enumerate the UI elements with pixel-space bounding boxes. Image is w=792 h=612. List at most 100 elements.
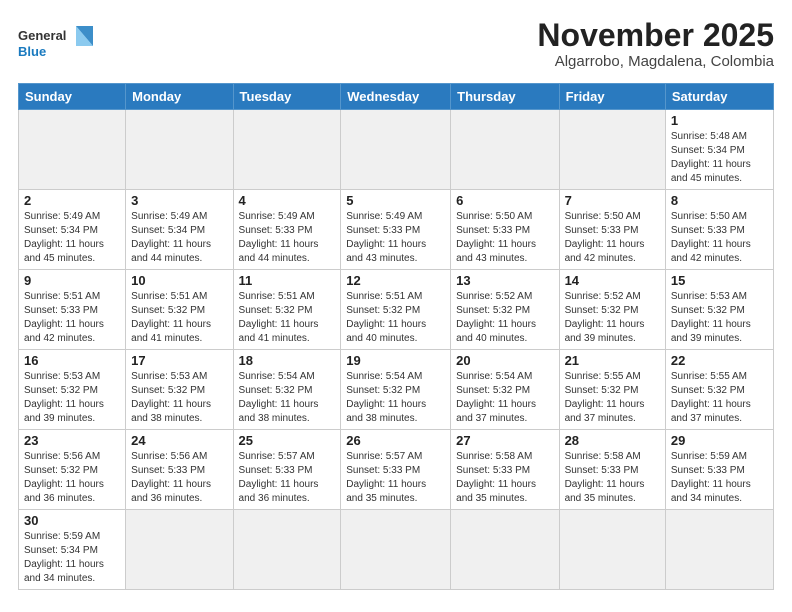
day-info: Sunrise: 5:52 AM Sunset: 5:32 PM Dayligh… (456, 290, 553, 346)
day-number: 23 (24, 433, 120, 448)
day-number: 30 (24, 513, 120, 528)
day-number: 11 (239, 273, 336, 288)
day-info: Sunrise: 5:48 AM Sunset: 5:34 PM Dayligh… (671, 130, 768, 186)
day-info: Sunrise: 5:49 AM Sunset: 5:33 PM Dayligh… (346, 210, 445, 266)
calendar-cell: 25 Sunrise: 5:57 AM Sunset: 5:33 PM Dayli… (233, 430, 341, 510)
calendar: SundayMondayTuesdayWednesdayThursdayFrid… (18, 83, 774, 590)
day-info: Sunrise: 5:50 AM Sunset: 5:33 PM Dayligh… (456, 210, 553, 266)
calendar-cell: 2Sunrise: 5:49 AM Sunset: 5:34 PM Daylig… (19, 190, 126, 270)
day-info: Sunrise: 5:52 AM Sunset: 5:32 PM Dayligh… (565, 290, 660, 346)
day-number: 9 (24, 273, 120, 288)
day-number: 6 (456, 193, 553, 208)
day-info: Sunrise: 5:58 AM Sunset: 5:33 PM Dayligh… (456, 450, 553, 506)
calendar-cell (451, 110, 559, 190)
calendar-cell: 5 Sunrise: 5:49 AM Sunset: 5:33 PM Daylig… (341, 190, 451, 270)
calendar-cell: 21 Sunrise: 5:55 AM Sunset: 5:32 PM Dayli… (559, 350, 665, 430)
day-number: 7 (565, 193, 660, 208)
day-info: Sunrise: 5:59 AM Sunset: 5:33 PM Dayligh… (671, 450, 768, 506)
calendar-cell: 20 Sunrise: 5:54 AM Sunset: 5:32 PM Dayli… (451, 350, 559, 430)
weekday-header-row: SundayMondayTuesdayWednesdayThursdayFrid… (19, 84, 774, 110)
calendar-cell (19, 110, 126, 190)
calendar-cell (126, 110, 233, 190)
calendar-cell: 11 Sunrise: 5:51 AM Sunset: 5:32 PM Dayli… (233, 270, 341, 350)
calendar-cell (126, 510, 233, 590)
day-number: 2 (24, 193, 120, 208)
day-info: Sunrise: 5:57 AM Sunset: 5:33 PM Dayligh… (239, 450, 336, 506)
day-number: 25 (239, 433, 336, 448)
day-info: Sunrise: 5:54 AM Sunset: 5:32 PM Dayligh… (239, 370, 336, 426)
month-title: November 2025 (537, 18, 774, 53)
weekday-monday: Monday (126, 84, 233, 110)
day-number: 27 (456, 433, 553, 448)
calendar-cell: 29 Sunrise: 5:59 AM Sunset: 5:33 PM Dayli… (665, 430, 773, 510)
calendar-cell: 17Sunrise: 5:53 AM Sunset: 5:32 PM Dayli… (126, 350, 233, 430)
weekday-saturday: Saturday (665, 84, 773, 110)
week-row-1: 1Sunrise: 5:48 AM Sunset: 5:34 PM Daylig… (19, 110, 774, 190)
day-number: 18 (239, 353, 336, 368)
weekday-wednesday: Wednesday (341, 84, 451, 110)
day-info: Sunrise: 5:56 AM Sunset: 5:33 PM Dayligh… (131, 450, 227, 506)
calendar-cell: 19Sunrise: 5:54 AM Sunset: 5:32 PM Dayli… (341, 350, 451, 430)
subtitle: Algarrobo, Magdalena, Colombia (537, 53, 774, 70)
day-info: Sunrise: 5:57 AM Sunset: 5:33 PM Dayligh… (346, 450, 445, 506)
day-info: Sunrise: 5:49 AM Sunset: 5:34 PM Dayligh… (131, 210, 227, 266)
calendar-cell: 22 Sunrise: 5:55 AM Sunset: 5:32 PM Dayli… (665, 350, 773, 430)
day-number: 20 (456, 353, 553, 368)
day-number: 29 (671, 433, 768, 448)
day-info: Sunrise: 5:51 AM Sunset: 5:32 PM Dayligh… (239, 290, 336, 346)
calendar-cell: 4 Sunrise: 5:49 AM Sunset: 5:33 PM Daylig… (233, 190, 341, 270)
day-info: Sunrise: 5:56 AM Sunset: 5:32 PM Dayligh… (24, 450, 120, 506)
day-number: 15 (671, 273, 768, 288)
day-number: 4 (239, 193, 336, 208)
day-number: 24 (131, 433, 227, 448)
calendar-cell: 23 Sunrise: 5:56 AM Sunset: 5:32 PM Dayli… (19, 430, 126, 510)
calendar-cell: 6 Sunrise: 5:50 AM Sunset: 5:33 PM Daylig… (451, 190, 559, 270)
title-area: November 2025 Algarrobo, Magdalena, Colo… (537, 18, 774, 70)
week-row-4: 16Sunrise: 5:53 AM Sunset: 5:32 PM Dayli… (19, 350, 774, 430)
day-info: Sunrise: 5:50 AM Sunset: 5:33 PM Dayligh… (565, 210, 660, 266)
calendar-cell: 3 Sunrise: 5:49 AM Sunset: 5:34 PM Daylig… (126, 190, 233, 270)
calendar-cell (233, 510, 341, 590)
day-info: Sunrise: 5:50 AM Sunset: 5:33 PM Dayligh… (671, 210, 768, 266)
day-number: 10 (131, 273, 227, 288)
weekday-friday: Friday (559, 84, 665, 110)
calendar-cell: 30Sunrise: 5:59 AM Sunset: 5:34 PM Dayli… (19, 510, 126, 590)
day-number: 12 (346, 273, 445, 288)
week-row-3: 9Sunrise: 5:51 AM Sunset: 5:33 PM Daylig… (19, 270, 774, 350)
day-number: 8 (671, 193, 768, 208)
day-info: Sunrise: 5:55 AM Sunset: 5:32 PM Dayligh… (671, 370, 768, 426)
logo-area: General Blue (18, 18, 98, 73)
day-number: 5 (346, 193, 445, 208)
day-info: Sunrise: 5:54 AM Sunset: 5:32 PM Dayligh… (456, 370, 553, 426)
day-info: Sunrise: 5:58 AM Sunset: 5:33 PM Dayligh… (565, 450, 660, 506)
day-info: Sunrise: 5:53 AM Sunset: 5:32 PM Dayligh… (671, 290, 768, 346)
calendar-cell: 27 Sunrise: 5:58 AM Sunset: 5:33 PM Dayli… (451, 430, 559, 510)
calendar-cell: 18 Sunrise: 5:54 AM Sunset: 5:32 PM Dayli… (233, 350, 341, 430)
day-number: 3 (131, 193, 227, 208)
header: General Blue November 2025 Algarrobo, Ma… (18, 18, 774, 73)
calendar-cell: 12Sunrise: 5:51 AM Sunset: 5:32 PM Dayli… (341, 270, 451, 350)
day-number: 22 (671, 353, 768, 368)
day-number: 17 (131, 353, 227, 368)
calendar-cell (233, 110, 341, 190)
day-info: Sunrise: 5:49 AM Sunset: 5:33 PM Dayligh… (239, 210, 336, 266)
calendar-cell (341, 510, 451, 590)
week-row-6: 30Sunrise: 5:59 AM Sunset: 5:34 PM Dayli… (19, 510, 774, 590)
page: General Blue November 2025 Algarrobo, Ma… (0, 0, 792, 600)
calendar-cell: 9Sunrise: 5:51 AM Sunset: 5:33 PM Daylig… (19, 270, 126, 350)
weekday-tuesday: Tuesday (233, 84, 341, 110)
calendar-cell (341, 110, 451, 190)
day-number: 26 (346, 433, 445, 448)
week-row-2: 2 Sunrise: 5:49 AM Sunset: 5:34 PM Daylig… (19, 190, 774, 270)
day-number: 13 (456, 273, 553, 288)
day-info: Sunrise: 5:55 AM Sunset: 5:32 PM Dayligh… (565, 370, 660, 426)
calendar-cell: 8 Sunrise: 5:50 AM Sunset: 5:33 PM Daylig… (665, 190, 773, 270)
calendar-cell: 10Sunrise: 5:51 AM Sunset: 5:32 PM Dayli… (126, 270, 233, 350)
svg-text:Blue: Blue (18, 44, 46, 59)
calendar-cell: 16Sunrise: 5:53 AM Sunset: 5:32 PM Dayli… (19, 350, 126, 430)
day-number: 19 (346, 353, 445, 368)
calendar-cell: 26 Sunrise: 5:57 AM Sunset: 5:33 PM Dayli… (341, 430, 451, 510)
day-number: 28 (565, 433, 660, 448)
day-number: 21 (565, 353, 660, 368)
calendar-cell: 24 Sunrise: 5:56 AM Sunset: 5:33 PM Dayli… (126, 430, 233, 510)
